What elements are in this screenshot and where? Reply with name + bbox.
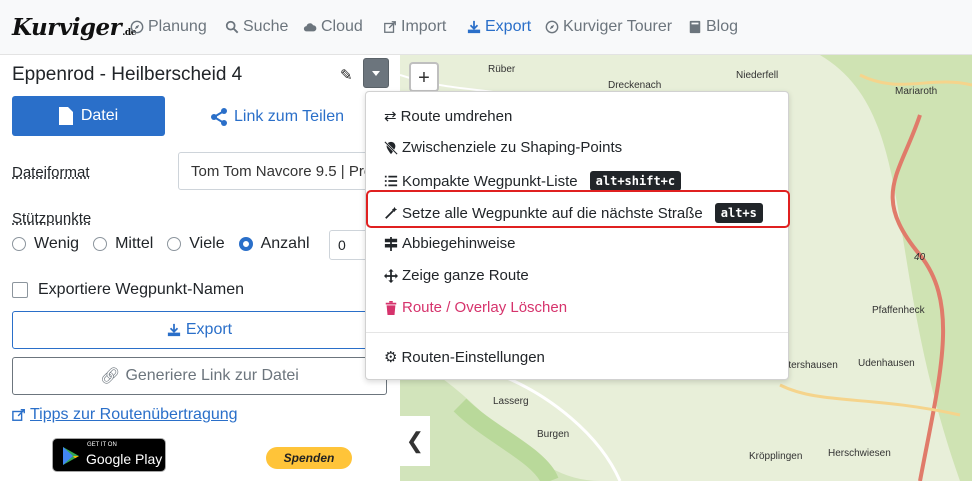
menu-item-reverse-route[interactable]: ⇄ Route umdrehen [384, 107, 512, 126]
import-icon [384, 21, 396, 33]
arrows-icon [384, 268, 398, 283]
nav-suche[interactable]: Suche [225, 0, 288, 54]
map-label: 40 [914, 252, 926, 263]
marker-slash-icon [384, 140, 398, 155]
pencil-icon[interactable]: ✎ [340, 66, 353, 84]
export-button[interactable]: Export [12, 311, 387, 349]
radio-anzahl[interactable]: Anzahl [238, 235, 310, 253]
compass-icon [545, 20, 559, 34]
caret-down-icon [372, 71, 380, 76]
search-icon [225, 20, 239, 34]
route-actions-menu: ⇄ Route umdrehen Zwischenziele zu Shapin… [365, 91, 790, 380]
link-icon: 🔗︎ [100, 368, 121, 385]
nav-blog[interactable]: Blog [688, 0, 738, 54]
map-label: Udenhausen [858, 358, 915, 369]
map-label: Herschwiesen [828, 448, 891, 459]
map-label: Pfaffenheck [872, 305, 925, 316]
list-icon [384, 175, 398, 187]
google-play-badge[interactable]: GET IT ON Google Play [52, 438, 166, 472]
signpost-icon [384, 236, 398, 251]
chevron-left-icon: ❮ [405, 428, 425, 453]
share-icon [211, 108, 227, 126]
map-label: rtershausen [785, 360, 838, 371]
map-label: Burgen [537, 429, 570, 440]
radio-circle-selected [238, 237, 253, 251]
points-label: Stützpunkte [12, 210, 92, 227]
map-label: Lasserg [493, 396, 529, 407]
nav-import[interactable]: Import [383, 0, 446, 54]
menu-item-snap-to-road[interactable]: Setze alle Wegpunkte auf die nächste Str… [384, 203, 763, 223]
radio-circle [93, 237, 108, 251]
menu-item-delete-route[interactable]: Route / Overlay Löschen [384, 299, 567, 316]
nav-planung[interactable]: Planung [130, 0, 207, 54]
download-icon [167, 323, 180, 337]
map-label: Rüber [488, 64, 516, 75]
count-input[interactable]: 0 [329, 230, 369, 260]
external-link-icon [12, 409, 25, 421]
format-select[interactable]: Tom Tom Navcore 9.5 | Pro [178, 152, 378, 190]
tips-link[interactable]: Tipps zur Routenübertragung [12, 406, 238, 424]
swap-icon: ⇄ [384, 108, 397, 125]
download-icon [467, 20, 481, 34]
trash-icon [385, 300, 397, 315]
magic-wand-icon [385, 206, 398, 219]
share-link[interactable]: Link zum Teilen [210, 108, 344, 126]
points-radio-group: Wenig Mittel Viele Anzahl [12, 235, 324, 253]
compass-icon [130, 20, 144, 34]
radio-circle [167, 237, 182, 251]
generate-link-button[interactable]: 🔗︎ Generiere Link zur Datei [12, 357, 387, 395]
shortcut-badge: alt+shift+c [589, 171, 682, 191]
file-icon [58, 107, 73, 125]
menu-item-shaping-points[interactable]: Zwischenziele zu Shaping-Points [384, 139, 622, 156]
route-dropdown-toggle[interactable] [363, 58, 389, 88]
nav-export[interactable]: Export [467, 0, 531, 54]
collapse-sidebar-button[interactable]: ❮ [400, 416, 430, 466]
radio-circle [12, 237, 26, 251]
menu-item-show-full-route[interactable]: Zeige ganze Route [384, 267, 529, 284]
menu-item-turn-instructions[interactable]: Abbiegehinweise [384, 235, 515, 252]
kurviger-logo[interactable]: Kurviger.de [12, 14, 136, 41]
nav-cloud[interactable]: Cloud [303, 0, 363, 54]
map-label: Mariaroth [895, 86, 938, 97]
route-title: Eppenrod - Heilberscheid 4 [12, 64, 243, 85]
zoom-in-button[interactable]: + [409, 62, 439, 92]
nav-kurviger-tourer[interactable]: Kurviger Tourer [545, 0, 672, 54]
donate-button[interactable]: Spenden [266, 447, 352, 469]
menu-divider [366, 332, 788, 333]
menu-item-route-settings[interactable]: ⚙ Routen-Einstellungen [384, 348, 545, 367]
top-navbar: Kurviger.de Planung Suche Cloud Import E… [0, 0, 972, 55]
book-icon [689, 20, 701, 34]
radio-mittel[interactable]: Mittel [93, 235, 153, 253]
google-play-icon [63, 447, 79, 465]
datei-button[interactable]: Datei [12, 96, 165, 136]
gear-icon: ⚙ [384, 349, 398, 366]
cloud-icon [303, 23, 317, 32]
radio-viele[interactable]: Viele [167, 235, 225, 253]
shortcut-badge: alt+s [714, 203, 763, 223]
format-label: Dateiformat [12, 164, 90, 181]
radio-wenig[interactable]: Wenig [12, 235, 79, 253]
menu-item-compact-list[interactable]: Kompakte Wegpunkt-Liste alt+shift+c [384, 171, 682, 191]
map-label: Niederfell [736, 70, 779, 81]
export-names-checkbox[interactable]: Exportiere Wegpunkt-Namen [12, 281, 244, 299]
map-label: Dreckenach [608, 80, 662, 91]
map-label: Kröpplingen [749, 451, 803, 462]
checkbox-box [12, 282, 28, 298]
